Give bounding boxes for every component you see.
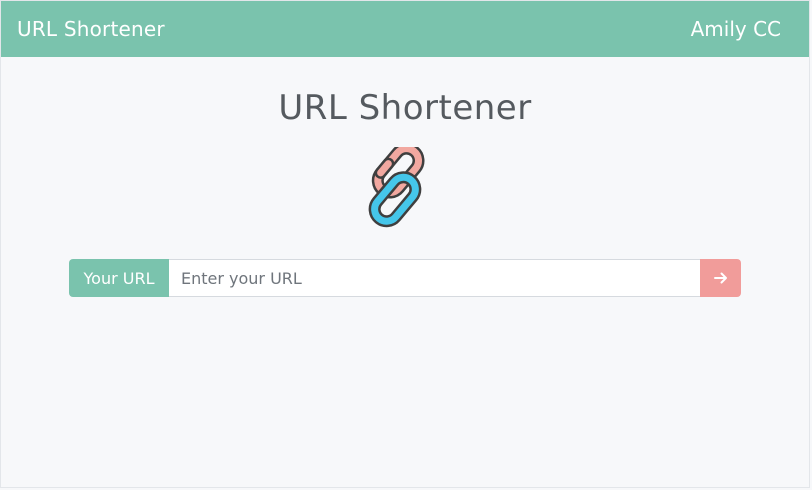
arrow-right-icon <box>713 272 727 284</box>
page-title: URL Shortener <box>278 88 532 128</box>
app-window: URL Shortener Amily CC URL Shortener You… <box>0 0 810 488</box>
navbar-brand[interactable]: URL Shortener <box>17 17 165 41</box>
shorten-submit-button[interactable] <box>700 259 741 297</box>
main-content: URL Shortener Your URL <box>1 57 809 297</box>
navbar: URL Shortener Amily CC <box>1 1 809 57</box>
user-name[interactable]: Amily CC <box>691 17 781 41</box>
chain-link-icon <box>368 147 425 228</box>
url-input[interactable] <box>169 259 700 297</box>
url-input-label: Your URL <box>69 259 169 297</box>
url-form: Your URL <box>69 259 741 297</box>
